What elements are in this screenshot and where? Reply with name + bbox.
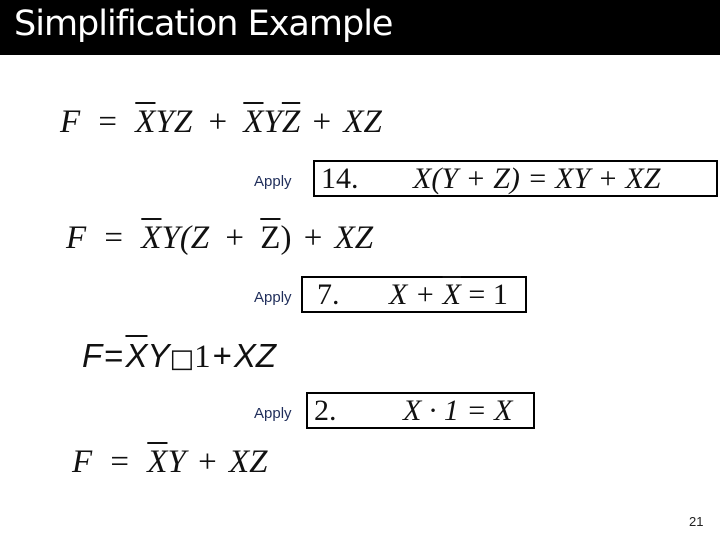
term: XZ — [233, 337, 277, 374]
rule-formula-part: = 1 — [468, 278, 508, 311]
term: XZ — [228, 444, 268, 480]
equation-factored: F = XY(Z + Z) + XZ — [66, 220, 373, 257]
term-complement: X — [141, 220, 162, 256]
eq-plus: + — [198, 444, 217, 480]
slide-title: Simplification Example — [14, 4, 393, 44]
term-complement: X — [147, 444, 168, 480]
rule-formula-part: X + — [389, 278, 436, 311]
apply-label: Apply — [254, 173, 292, 190]
eq-equals: = — [98, 104, 118, 140]
term: Y — [147, 337, 170, 374]
term: Y — [167, 444, 186, 480]
term: YZ — [155, 104, 193, 140]
term-complement: X — [135, 104, 156, 140]
rule-formula-complement: X — [442, 278, 461, 311]
term-complement: X — [125, 337, 148, 374]
equation-result: F = XY + XZ — [72, 444, 267, 481]
term: XZ — [343, 104, 382, 140]
rule-number: 7. — [317, 278, 340, 311]
title-bar: Simplification Example — [0, 0, 720, 55]
rule-formula: X(Y + Z) = XY + XZ — [413, 162, 661, 195]
eq-plus: + — [312, 104, 332, 140]
rule-box-14: 14. X(Y + Z) = XY + XZ — [313, 160, 718, 197]
eq-plus: + — [303, 220, 323, 256]
term: Y(Z — [161, 220, 210, 256]
apply-label: Apply — [254, 289, 292, 306]
eq-equals: = — [104, 337, 124, 374]
equation-identity: F=XY□1+XZ — [82, 337, 276, 376]
rule-box-2: 2. X · 1 = X — [306, 392, 535, 429]
rule-box-7: 7. X + X = 1 — [301, 276, 527, 313]
eq-lhs: F — [60, 104, 81, 140]
eq-equals: = — [110, 444, 130, 480]
term: XZ — [334, 220, 374, 256]
term: Y — [263, 104, 282, 140]
rule-number: 2. — [314, 394, 337, 427]
apply-label: Apply — [254, 405, 292, 422]
term-complement: X — [243, 104, 264, 140]
eq-plus: + — [212, 337, 232, 374]
eq-equals: = — [104, 220, 124, 256]
page-number: 21 — [689, 514, 704, 529]
rule-number: 14. — [321, 162, 359, 195]
eq-lhs: F — [72, 444, 93, 480]
missing-glyph-box: □ — [169, 344, 195, 374]
eq-lhs: F — [82, 337, 103, 374]
eq-plus: + — [225, 220, 245, 256]
paren: ) — [280, 220, 292, 256]
eq-lhs: F — [66, 220, 87, 256]
term: 1 — [194, 339, 211, 375]
equation-original: F = XYZ + XYZ + XZ — [60, 104, 382, 141]
rule-formula: X · 1 = X — [403, 394, 513, 427]
eq-plus: + — [208, 104, 228, 140]
term-complement: Z — [260, 220, 281, 256]
term-complement: Z — [281, 104, 301, 140]
